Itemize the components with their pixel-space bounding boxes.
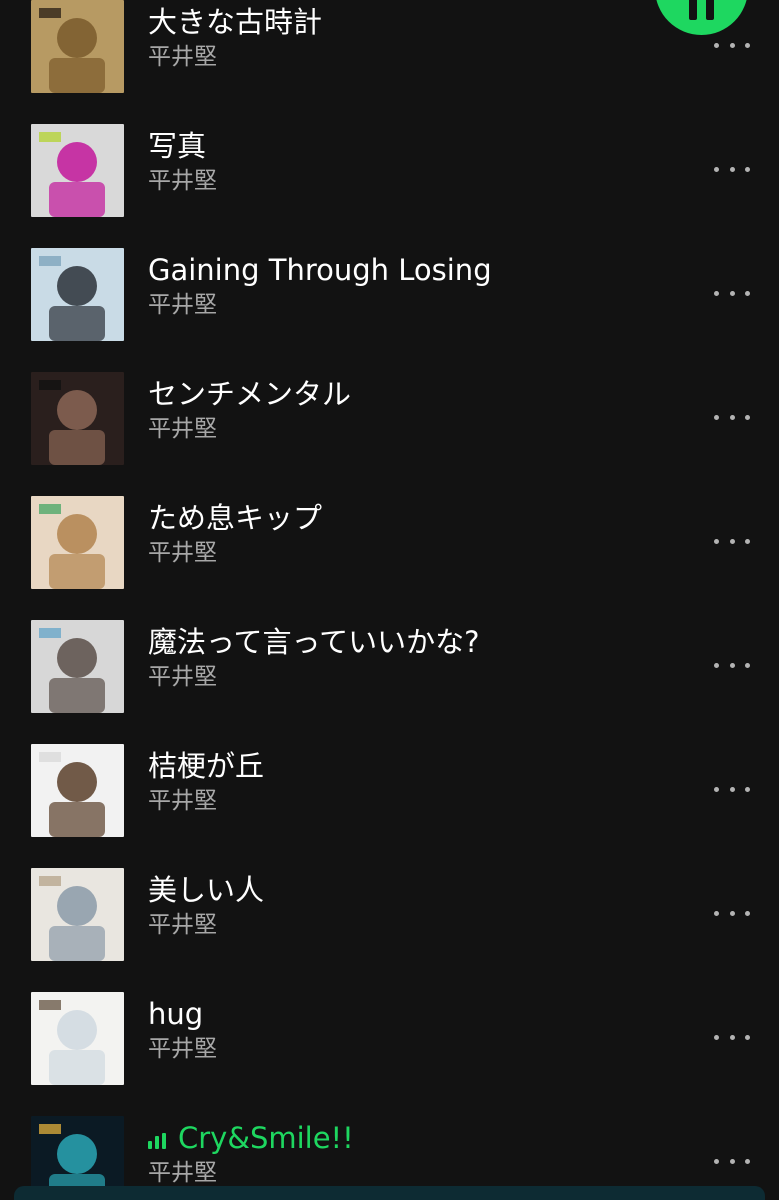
track-title-text: 桔梗が丘: [148, 749, 265, 783]
track-row[interactable]: 桔梗が丘 平井堅: [0, 730, 779, 854]
more-options-icon[interactable]: [712, 280, 752, 306]
track-artist: 平井堅: [148, 168, 217, 194]
more-options-icon[interactable]: [712, 1148, 752, 1174]
track-row[interactable]: hug 平井堅: [0, 978, 779, 1102]
track-row[interactable]: 大きな古時計 平井堅: [0, 0, 779, 110]
track-row[interactable]: 魔法って言っていいかな? 平井堅: [0, 606, 779, 730]
album-cover: [31, 992, 124, 1085]
more-options-icon[interactable]: [712, 528, 752, 554]
mini-player[interactable]: [14, 1186, 765, 1200]
track-title: 大きな古時計: [148, 4, 322, 40]
track-row[interactable]: 美しい人 平井堅: [0, 854, 779, 978]
track-title: Gaining Through Losing: [148, 252, 492, 288]
track-artist: 平井堅: [148, 788, 217, 814]
track-artist: 平井堅: [148, 416, 217, 442]
more-options-icon[interactable]: [712, 404, 752, 430]
track-title: 美しい人: [148, 872, 264, 908]
album-cover: [31, 248, 124, 341]
more-options-icon[interactable]: [712, 776, 752, 802]
album-cover: [31, 0, 124, 93]
track-artist: 平井堅: [148, 1036, 217, 1062]
track-title: hug: [148, 996, 203, 1032]
track-title: 写真: [148, 128, 206, 164]
track-title-text: 魔法って言っていいかな?: [148, 625, 480, 659]
album-cover: [31, 372, 124, 465]
track-title-text: hug: [148, 997, 204, 1031]
more-options-icon[interactable]: [712, 32, 752, 58]
more-options-icon[interactable]: [712, 900, 752, 926]
track-title: ため息キップ: [148, 500, 322, 536]
track-title-text: 美しい人: [148, 873, 265, 907]
album-cover: [31, 620, 124, 713]
track-title-text: 大きな古時計: [148, 5, 323, 39]
track-artist: 平井堅: [148, 664, 217, 690]
equalizer-icon: [148, 1133, 168, 1149]
track-artist: 平井堅: [148, 912, 217, 938]
pause-icon-bar: [706, 0, 714, 20]
pause-icon: [689, 0, 697, 20]
track-title-text: ため息キップ: [148, 501, 323, 535]
track-row[interactable]: Gaining Through Losing 平井堅: [0, 234, 779, 358]
more-options-icon[interactable]: [712, 156, 752, 182]
track-title-text: Gaining Through Losing: [148, 253, 492, 287]
album-cover: [31, 868, 124, 961]
track-title-text: センチメンタル: [148, 377, 352, 411]
album-cover: [31, 744, 124, 837]
track-row[interactable]: 写真 平井堅: [0, 110, 779, 234]
more-options-icon[interactable]: [712, 652, 752, 678]
track-title: 魔法って言っていいかな?: [148, 624, 480, 660]
track-artist: 平井堅: [148, 44, 217, 70]
track-artist: 平井堅: [148, 292, 217, 318]
track-title-text: 写真: [148, 129, 207, 163]
track-artist: 平井堅: [148, 540, 217, 566]
track-list: 大きな古時計 平井堅 写真 平井堅 Gaining Through Losing 平井堅セ…: [0, 0, 779, 1200]
track-artist: 平井堅: [148, 1160, 217, 1186]
more-options-icon[interactable]: [712, 1024, 752, 1050]
track-title: センチメンタル: [148, 376, 351, 412]
track-title: 桔梗が丘: [148, 748, 264, 784]
track-row[interactable]: ため息キップ 平井堅: [0, 482, 779, 606]
track-row[interactable]: センチメンタル平井堅: [0, 358, 779, 482]
track-title-text: Cry&Smile!!: [178, 1121, 354, 1155]
album-cover: [31, 124, 124, 217]
album-cover: [31, 496, 124, 589]
track-title: Cry&Smile!!: [148, 1120, 354, 1156]
